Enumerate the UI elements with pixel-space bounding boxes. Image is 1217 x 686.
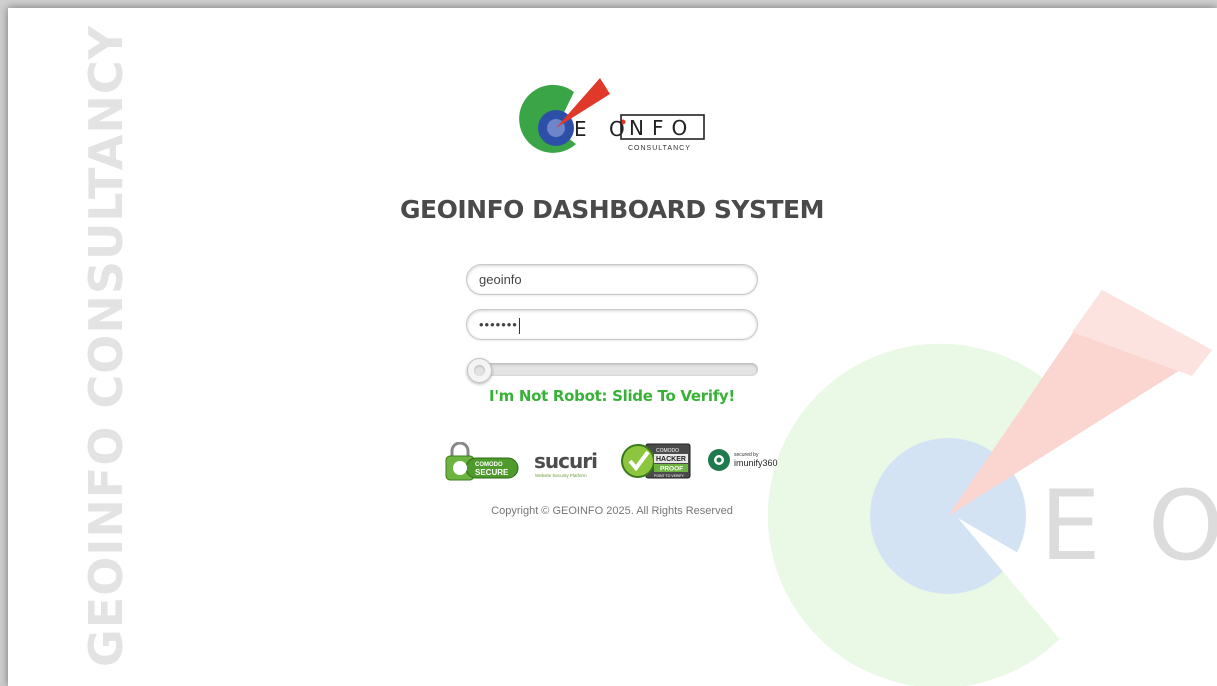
background-letter-o: O [1148,470,1217,582]
imunify-name-text: imunify360 [734,458,778,468]
password-value: ••••••• [479,317,518,332]
hacker-top-text: COMODO [656,448,679,454]
sucuri-sub-text: Website Security Platform [535,473,587,478]
geoinfo-logo: E O NFO CONSULTANCY [516,72,706,164]
hacker-mid-text: HACKER [656,456,686,463]
verify-slider-track[interactable] [467,363,758,376]
password-field[interactable]: ••••••• [466,309,758,340]
username-value: geoinfo [479,272,522,287]
username-field[interactable]: geoinfo [466,264,758,295]
page-title: GEOINFO DASHBOARD SYSTEM [400,195,824,224]
logo-consultancy-text: CONSULTANCY [628,145,691,152]
hacker-proof-badge: COMODO HACKER PROOF POINT TO VERIFY [621,443,691,479]
comodo-bottom-text: SECURE [475,468,509,477]
sucuri-badge: sucuri Website Security Platform [534,449,598,478]
sucuri-text: sucuri [534,449,597,473]
logo-nfo-text: NFO [629,116,695,140]
background-letter-e: E [1040,470,1101,582]
hacker-sub-text: POINT TO VERIFY [654,474,685,478]
verify-slider-handle[interactable] [467,358,492,383]
copyright-text: Copyright © GEOINFO 2025. All Rights Res… [491,505,733,517]
hacker-bot-text: PROOF [660,466,683,473]
security-badges: COMODO SECURE sucuri Website Security Pl… [440,438,790,484]
text-cursor [518,317,520,334]
side-brand-text: GEOINFO CONSULTANCY [79,25,133,667]
comodo-secure-badge: COMODO SECURE [445,442,519,481]
imunify360-badge: secured by imunify360 [708,449,778,471]
verify-instruction: I'm Not Robot: Slide To Verify! [489,387,735,405]
